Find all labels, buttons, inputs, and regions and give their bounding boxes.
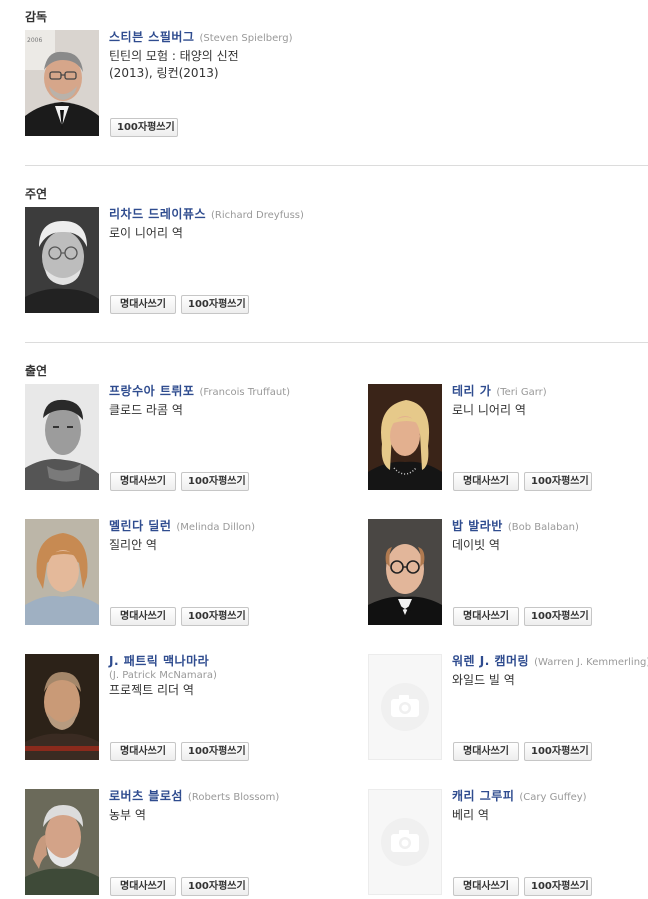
person-name-link[interactable]: J. 패트릭 맥나마라 (109, 654, 209, 668)
write-quote-button[interactable]: 명대사쓰기 (453, 472, 519, 491)
photo-spielberg[interactable]: 2006 (25, 30, 99, 136)
write-quote-button[interactable]: 명대사쓰기 (110, 607, 176, 626)
person-name-link[interactable]: 스티븐 스필버그 (109, 30, 194, 44)
person-english-name: (Richard Dreyfuss) (211, 210, 304, 221)
write-review-button[interactable]: 100자평쓰기 (181, 742, 249, 761)
person-card-truffaut: 프랑수아 트뤼포 (Francois Truffaut) 클로드 라콤 역 명대사… (25, 384, 305, 492)
write-review-button[interactable]: 100자평쓰기 (524, 607, 592, 626)
write-review-button[interactable]: 100자평쓰기 (110, 118, 178, 137)
person-english-name: (Cary Guffey) (519, 792, 587, 803)
person-filmography: 틴틴의 모험 : 태양의 신전 (2013), 링컨(2013) (109, 48, 309, 82)
person-role: 로이 니어리 역 (109, 226, 183, 240)
section-divider (25, 165, 648, 166)
write-quote-button[interactable]: 명대사쓰기 (110, 295, 176, 314)
section-divider (25, 342, 648, 343)
person-card-dreyfuss: 리차드 드레이퓨스 (Richard Dreyfuss) 로이 니어리 역 명대사… (25, 207, 305, 315)
photo-garr[interactable] (368, 384, 442, 490)
person-card-blossom: 로버츠 블로섬 (Roberts Blossom) 농부 역 명대사쓰기 100자… (25, 789, 305, 897)
person-role: 데이빗 역 (452, 538, 500, 552)
write-quote-button[interactable]: 명대사쓰기 (453, 877, 519, 896)
person-english-name: (Melinda Dillon) (176, 522, 256, 533)
person-role: 클로드 라콤 역 (109, 403, 183, 417)
person-role: 베리 역 (452, 808, 489, 822)
section-title-lead: 주연 (25, 187, 48, 201)
person-name-link[interactable]: 리차드 드레이퓨스 (109, 207, 206, 221)
write-quote-button[interactable]: 명대사쓰기 (110, 472, 176, 491)
write-review-button[interactable]: 100자평쓰기 (181, 472, 249, 491)
person-name-link[interactable]: 멜린다 딜런 (109, 519, 171, 533)
photo-watermark: 2006 (27, 37, 42, 44)
photo-balaban[interactable] (368, 519, 442, 625)
write-quote-button[interactable]: 명대사쓰기 (453, 742, 519, 761)
person-role: 농부 역 (109, 808, 146, 822)
person-role: 질리안 역 (109, 538, 157, 552)
person-english-name: (Roberts Blossom) (187, 792, 280, 803)
person-card-dillon: 멜린다 딜런 (Melinda Dillon) 질리안 역 명대사쓰기 100자평… (25, 519, 305, 627)
write-review-button[interactable]: 100자평쓰기 (524, 877, 592, 896)
person-role: 로니 니어리 역 (452, 403, 526, 417)
filmography-line-1: 틴틴의 모험 : 태양의 신전 (109, 49, 239, 63)
person-english-name: (Teri Garr) (496, 387, 547, 398)
write-quote-button[interactable]: 명대사쓰기 (453, 607, 519, 626)
person-name-link[interactable]: 로버츠 블로섬 (109, 789, 183, 803)
person-english-name: (Francois Truffaut) (199, 387, 291, 398)
write-review-button[interactable]: 100자평쓰기 (524, 472, 592, 491)
write-review-button[interactable]: 100자평쓰기 (181, 295, 249, 314)
photo-blossom[interactable] (25, 789, 99, 895)
person-name-link[interactable]: 캐리 그루피 (452, 789, 514, 803)
photo-dreyfuss[interactable] (25, 207, 99, 313)
person-role: 와일드 빌 역 (452, 673, 515, 687)
person-name-link[interactable]: 워렌 J. 캠머링 (452, 654, 529, 668)
section-title-cast: 출연 (25, 364, 48, 378)
person-english-name: (Bob Balaban) (507, 522, 579, 533)
write-quote-button[interactable]: 명대사쓰기 (110, 877, 176, 896)
person-english-name: (J. Patrick McNamara) (109, 670, 217, 681)
person-name-link[interactable]: 테리 가 (452, 384, 491, 398)
person-english-name: (Warren J. Kemmerling) (534, 657, 648, 668)
person-card-balaban: 밥 발라반 (Bob Balaban) 데이빗 역 명대사쓰기 100자평쓰기 (368, 519, 648, 627)
person-name-link[interactable]: 밥 발라반 (452, 519, 503, 533)
write-review-button[interactable]: 100자평쓰기 (524, 742, 592, 761)
write-review-button[interactable]: 100자평쓰기 (181, 877, 249, 896)
photo-placeholder-guffey[interactable] (368, 789, 442, 895)
person-role: 프로젝트 리더 역 (109, 683, 194, 697)
person-card-spielberg: 2006 스티븐 스필버그 (Steven Spielberg) 틴틴의 모험 :… (25, 30, 305, 138)
person-name-link[interactable]: 프랑수아 트뤼포 (109, 384, 194, 398)
photo-dillon[interactable] (25, 519, 99, 625)
person-english-name: (Steven Spielberg) (199, 33, 293, 44)
photo-truffaut[interactable] (25, 384, 99, 490)
write-review-button[interactable]: 100자평쓰기 (181, 607, 249, 626)
person-card-garr: 테리 가 (Teri Garr) 로니 니어리 역 명대사쓰기 100자평쓰기 (368, 384, 648, 492)
person-card-kemmerling: 워렌 J. 캠머링 (Warren J. Kemmerling) 와일드 빌 역 … (368, 654, 648, 762)
section-title-director: 감독 (25, 10, 48, 24)
filmography-line-2: (2013), 링컨(2013) (109, 66, 219, 80)
person-card-mcnamara: J. 패트릭 맥나마라 (J. Patrick McNamara) 프로젝트 리… (25, 654, 305, 762)
photo-placeholder-kemmerling[interactable] (368, 654, 442, 760)
write-quote-button[interactable]: 명대사쓰기 (110, 742, 176, 761)
photo-mcnamara[interactable] (25, 654, 99, 760)
person-card-guffey: 캐리 그루피 (Cary Guffey) 베리 역 명대사쓰기 100자평쓰기 (368, 789, 648, 897)
